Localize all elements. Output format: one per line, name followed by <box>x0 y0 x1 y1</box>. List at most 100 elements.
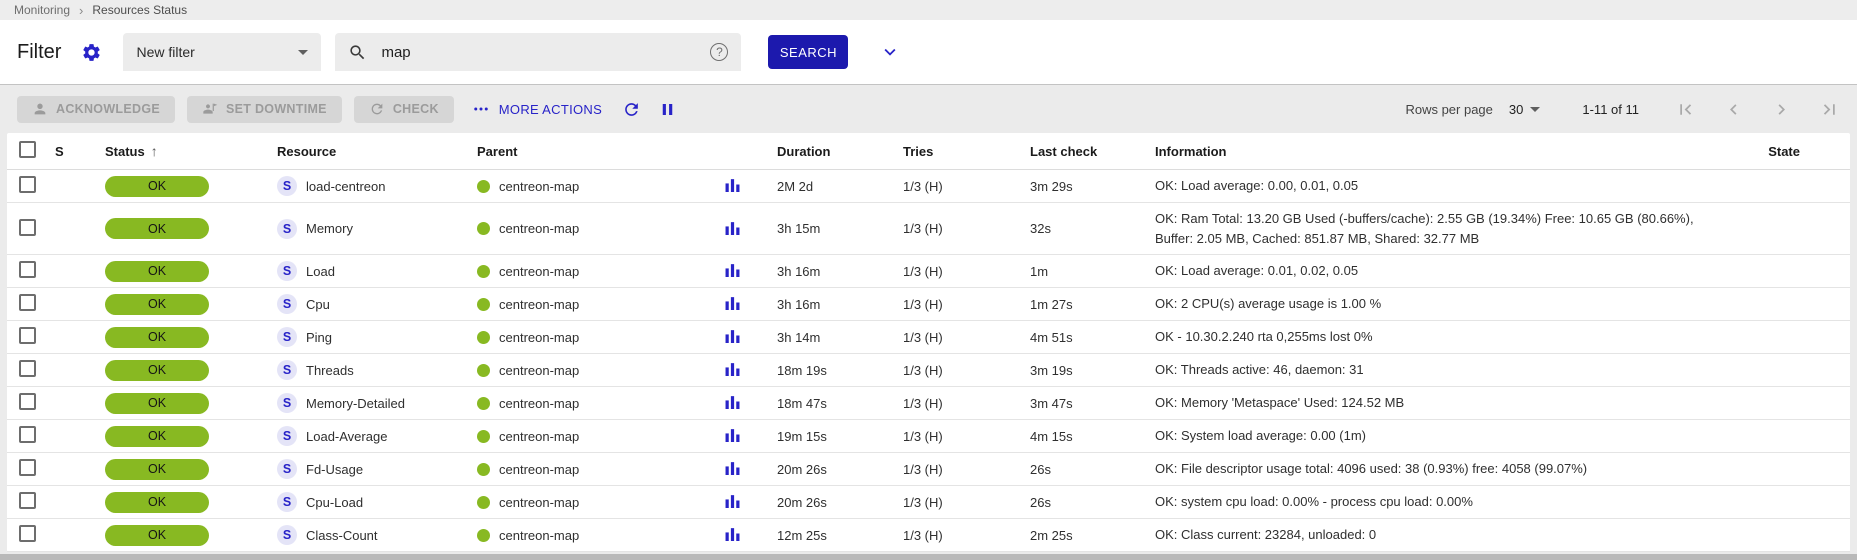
graph-button[interactable] <box>725 526 740 541</box>
resource-name[interactable]: Threads <box>306 363 354 378</box>
check-button[interactable]: CHECK <box>354 96 454 123</box>
row-checkbox[interactable] <box>19 525 36 542</box>
header-information[interactable]: Information <box>1155 144 1730 159</box>
table-row[interactable]: OK S Class-Count centreon-map 12m 25s 1/… <box>7 519 1850 552</box>
graph-button[interactable] <box>725 460 740 475</box>
parent-name[interactable]: centreon-map <box>499 264 579 279</box>
information-cell: OK - 10.30.2.240 rta 0,255ms lost 0% <box>1155 321 1730 353</box>
search-help-icon[interactable]: ? <box>710 43 728 61</box>
select-all-checkbox[interactable] <box>19 141 36 158</box>
graph-button[interactable] <box>725 394 740 409</box>
rows-per-page-select[interactable]: 30 <box>1509 102 1540 117</box>
parent-name[interactable]: centreon-map <box>499 297 579 312</box>
duration-cell: 18m 19s <box>777 363 903 378</box>
first-page-button[interactable] <box>1675 99 1696 120</box>
parent-status-dot <box>477 430 490 443</box>
resource-name[interactable]: Cpu <box>306 297 330 312</box>
graph-button[interactable] <box>725 177 740 192</box>
resource-name[interactable]: Load-Average <box>306 429 387 444</box>
parent-name[interactable]: centreon-map <box>499 462 579 477</box>
row-checkbox[interactable] <box>19 360 36 377</box>
table-row[interactable]: OK S load-centreon centreon-map 2M 2d 1/… <box>7 170 1850 203</box>
saved-filter-select[interactable]: New filter <box>123 33 321 71</box>
set-downtime-button[interactable]: SET DOWNTIME <box>187 96 342 123</box>
filter-settings-button[interactable] <box>81 42 102 63</box>
resource-name[interactable]: Memory-Detailed <box>306 396 405 411</box>
row-checkbox[interactable] <box>19 219 36 236</box>
graph-button[interactable] <box>725 262 740 277</box>
header-state[interactable]: State <box>1730 144 1850 159</box>
resource-name[interactable]: Fd-Usage <box>306 462 363 477</box>
information-cell: OK: Load average: 0.00, 0.01, 0.05 <box>1155 170 1730 202</box>
resource-name[interactable]: Memory <box>306 221 353 236</box>
table-row[interactable]: OK S Threads centreon-map 18m 19s 1/3 (H… <box>7 354 1850 387</box>
bar-chart-icon <box>725 493 740 508</box>
bar-chart-icon <box>725 328 740 343</box>
graph-button[interactable] <box>725 220 740 235</box>
row-checkbox[interactable] <box>19 426 36 443</box>
table-row[interactable]: OK S Cpu-Load centreon-map 20m 26s 1/3 (… <box>7 486 1850 519</box>
duration-cell: 19m 15s <box>777 429 903 444</box>
graph-button[interactable] <box>725 295 740 310</box>
table-row[interactable]: OK S Load centreon-map 3h 16m 1/3 (H) 1m… <box>7 255 1850 288</box>
table-row[interactable]: OK S Load-Average centreon-map 19m 15s 1… <box>7 420 1850 453</box>
row-checkbox[interactable] <box>19 261 36 278</box>
table-row[interactable]: OK S Memory-Detailed centreon-map 18m 47… <box>7 387 1850 420</box>
breadcrumb-monitoring[interactable]: Monitoring <box>14 3 70 17</box>
parent-name[interactable]: centreon-map <box>499 363 579 378</box>
table-row[interactable]: OK S Fd-Usage centreon-map 20m 26s 1/3 (… <box>7 453 1850 486</box>
search-input[interactable] <box>381 44 710 61</box>
search-button[interactable]: SEARCH <box>768 35 848 69</box>
parent-name[interactable]: centreon-map <box>499 330 579 345</box>
row-checkbox[interactable] <box>19 393 36 410</box>
resource-name[interactable]: Ping <box>306 330 332 345</box>
parent-name[interactable]: centreon-map <box>499 528 579 543</box>
graph-button[interactable] <box>725 328 740 343</box>
resource-name[interactable]: Cpu-Load <box>306 495 363 510</box>
last-page-button[interactable] <box>1819 99 1840 120</box>
header-duration[interactable]: Duration <box>777 144 903 159</box>
parent-status-dot <box>477 496 490 509</box>
parent-name[interactable]: centreon-map <box>499 495 579 510</box>
row-checkbox[interactable] <box>19 294 36 311</box>
previous-page-button[interactable] <box>1723 99 1744 120</box>
refresh-button[interactable] <box>622 100 641 119</box>
duration-cell: 3h 14m <box>777 330 903 345</box>
graph-button[interactable] <box>725 493 740 508</box>
next-page-button[interactable] <box>1771 99 1792 120</box>
header-tries[interactable]: Tries <box>903 144 1030 159</box>
table-row[interactable]: OK S Ping centreon-map 3h 14m 1/3 (H) 4m… <box>7 321 1850 354</box>
row-checkbox[interactable] <box>19 459 36 476</box>
status-badge: OK <box>105 176 209 197</box>
header-parent[interactable]: Parent <box>477 144 725 159</box>
header-resource[interactable]: Resource <box>277 144 477 159</box>
tries-cell: 1/3 (H) <box>903 363 1030 378</box>
graph-button[interactable] <box>725 427 740 442</box>
horizontal-scrollbar[interactable] <box>0 554 1857 560</box>
expand-filters-button[interactable] <box>879 41 901 63</box>
resource-name[interactable]: load-centreon <box>306 179 386 194</box>
more-actions-button[interactable]: MORE ACTIONS <box>472 100 602 118</box>
row-checkbox[interactable] <box>19 176 36 193</box>
header-last-check[interactable]: Last check <box>1030 144 1155 159</box>
parent-name[interactable]: centreon-map <box>499 396 579 411</box>
row-checkbox[interactable] <box>19 492 36 509</box>
pause-icon <box>658 100 677 119</box>
parent-status-dot <box>477 397 490 410</box>
tries-cell: 1/3 (H) <box>903 396 1030 411</box>
parent-name[interactable]: centreon-map <box>499 179 579 194</box>
header-severity[interactable]: S <box>55 144 105 159</box>
header-status[interactable]: Status ↑ <box>105 143 277 159</box>
pause-autorefresh-button[interactable] <box>658 100 677 119</box>
graph-button[interactable] <box>725 361 740 376</box>
resource-name[interactable]: Class-Count <box>306 528 378 543</box>
resource-name[interactable]: Load <box>306 264 335 279</box>
parent-name[interactable]: centreon-map <box>499 221 579 236</box>
search-field[interactable]: ? <box>335 33 741 71</box>
table-row[interactable]: OK S Cpu centreon-map 3h 16m 1/3 (H) 1m … <box>7 288 1850 321</box>
person-icon <box>32 101 48 117</box>
row-checkbox[interactable] <box>19 327 36 344</box>
table-row[interactable]: OK S Memory centreon-map 3h 15m 1/3 (H) … <box>7 203 1850 255</box>
parent-name[interactable]: centreon-map <box>499 429 579 444</box>
acknowledge-button[interactable]: ACKNOWLEDGE <box>17 96 175 123</box>
